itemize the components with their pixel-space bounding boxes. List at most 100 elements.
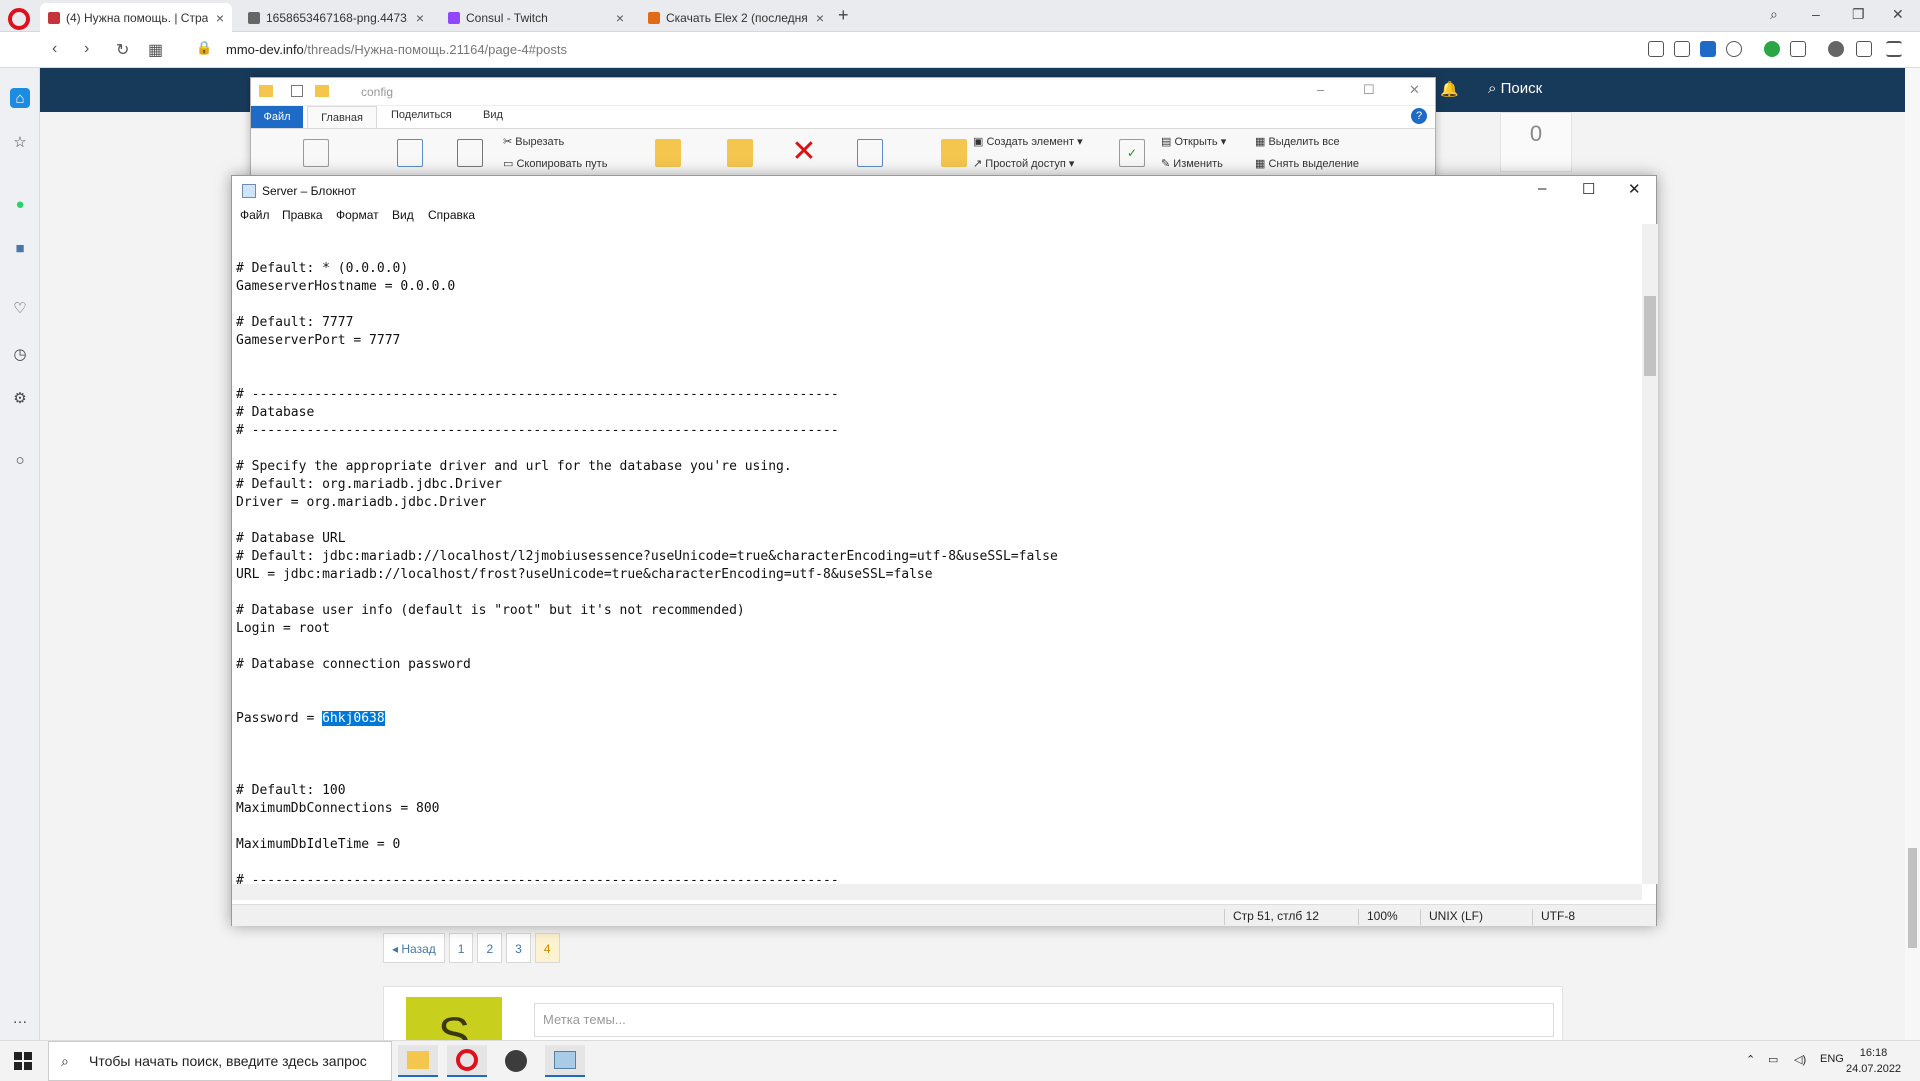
close-tab-icon[interactable]: × — [616, 10, 624, 26]
back-icon[interactable]: ‹ — [52, 40, 57, 58]
properties-icon[interactable] — [291, 85, 303, 97]
pager-prev-button[interactable]: ◂ Назад — [383, 933, 445, 963]
notepad-close-icon[interactable]: ✕ — [1628, 180, 1641, 198]
easy-access-button[interactable]: ↗ Простой доступ ▾ — [973, 157, 1074, 170]
browser-tab-1[interactable]: (4) Нужна помощь. | Стра... × — [40, 3, 232, 32]
extension-icon[interactable] — [1764, 41, 1780, 57]
select-all-button[interactable]: ▦ Выделить все — [1255, 135, 1340, 148]
favorites-icon[interactable]: ♡ — [10, 298, 30, 318]
help-icon[interactable]: ? — [1411, 108, 1427, 124]
menu-icon[interactable] — [1886, 41, 1902, 57]
pager-page-2[interactable]: 2 — [477, 933, 503, 963]
close-tab-icon[interactable]: × — [416, 10, 424, 26]
windows-start-icon[interactable] — [14, 1052, 32, 1070]
menu-format[interactable]: Формат — [336, 208, 379, 222]
camera-icon[interactable] — [1674, 41, 1690, 57]
vk-icon[interactable]: ■ — [10, 238, 30, 258]
editor-scroll-thumb[interactable] — [1644, 296, 1656, 376]
page-scrollbar[interactable] — [1905, 68, 1920, 1040]
editor-vertical-scrollbar[interactable] — [1642, 224, 1658, 884]
explorer-maximize-icon[interactable]: ☐ — [1363, 82, 1375, 98]
pager-page-1[interactable]: 1 — [448, 933, 474, 963]
editor-horizontal-scrollbar[interactable] — [232, 884, 1642, 900]
whatsapp-icon[interactable]: ● — [10, 194, 30, 214]
explorer-minimize-icon[interactable]: – — [1317, 82, 1324, 97]
pager-page-3[interactable]: 3 — [506, 933, 531, 963]
settings-gear-icon[interactable]: ⚙ — [10, 388, 30, 408]
forward-icon[interactable]: › — [84, 40, 89, 58]
taskbar-notepad-icon[interactable] — [545, 1045, 585, 1077]
profile-icon[interactable] — [1828, 41, 1844, 57]
taskbar-clock[interactable]: 16:18 24.07.2022 — [1846, 1045, 1901, 1077]
move-to-icon[interactable] — [655, 139, 681, 167]
paste-icon[interactable] — [457, 139, 483, 167]
vpn-shield-icon[interactable] — [1700, 41, 1716, 57]
tab-home[interactable]: Главная — [307, 106, 377, 128]
vote-counter[interactable]: 0 — [1500, 112, 1572, 172]
tray-chevron-icon[interactable]: ⌃ — [1746, 1053, 1755, 1066]
search-tabs-icon[interactable]: ⌕ — [1770, 6, 1778, 23]
reload-icon[interactable]: ↻ — [116, 40, 129, 60]
tips-bulb-icon[interactable]: ○ — [10, 450, 30, 470]
properties-check-icon[interactable]: ✓ — [1119, 139, 1145, 167]
edit-button[interactable]: ✎ Изменить — [1161, 157, 1223, 170]
more-icon[interactable]: … — [10, 1008, 30, 1028]
tab-view[interactable]: Вид — [483, 109, 503, 121]
taskbar-hs-app-icon[interactable] — [496, 1045, 536, 1077]
menu-file[interactable]: Файл — [240, 208, 270, 222]
explorer-close-icon[interactable]: ✕ — [1409, 82, 1420, 98]
copy-path-button[interactable]: ▭ Скопировать путь — [503, 157, 607, 170]
copy-to-icon[interactable] — [727, 139, 753, 167]
taskbar-search-field[interactable]: ⌕ Чтобы начать поиск, введите здесь запр… — [48, 1041, 392, 1081]
history-icon[interactable]: ◷ — [10, 344, 30, 364]
url-field[interactable]: mmo-dev.info/threads/Нужна-помощь.21164/… — [226, 42, 567, 57]
open-button[interactable]: ▤ Открыть ▾ — [1161, 135, 1226, 148]
close-tab-icon[interactable]: × — [816, 10, 824, 26]
menu-edit[interactable]: Правка — [282, 208, 323, 222]
cut-button[interactable]: ✂ Вырезать — [503, 135, 564, 148]
bookmark-icon[interactable]: ☆ — [10, 132, 30, 152]
home-icon[interactable]: ⌂ — [10, 88, 30, 108]
tag-input[interactable]: Метка темы... — [534, 1003, 1554, 1037]
browser-tab-3[interactable]: Consul - Twitch × — [440, 3, 632, 32]
taskbar-opera-icon[interactable] — [447, 1045, 487, 1077]
network-icon[interactable]: ▭ — [1768, 1053, 1778, 1066]
pin-icon[interactable] — [303, 139, 329, 167]
restore-icon[interactable]: ❐ — [1852, 6, 1865, 23]
new-folder-icon[interactable] — [315, 85, 329, 97]
selected-password-text[interactable]: 6hkj0638 — [322, 711, 385, 726]
minimize-icon[interactable]: – — [1812, 6, 1820, 22]
notepad-maximize-icon[interactable]: ☐ — [1582, 180, 1595, 198]
bell-icon[interactable]: 🔔 — [1440, 80, 1459, 98]
copy-icon[interactable] — [397, 139, 423, 167]
menu-view[interactable]: Вид — [392, 208, 414, 222]
close-tab-icon[interactable]: × — [216, 10, 224, 26]
page-scroll-thumb[interactable] — [1908, 848, 1917, 948]
delete-icon[interactable]: ✕ — [791, 137, 817, 167]
new-tab-icon[interactable]: + — [838, 5, 849, 26]
notepad-minimize-icon[interactable]: – — [1538, 180, 1546, 197]
forum-search-button[interactable]: ⌕ Поиск — [1488, 80, 1542, 97]
tabs-grid-icon[interactable]: ▦ — [148, 40, 163, 60]
tab-file[interactable]: Файл — [251, 106, 303, 128]
pager-page-4[interactable]: 4 — [534, 933, 560, 963]
menu-help[interactable]: Справка — [428, 208, 475, 222]
heart-icon[interactable] — [1726, 41, 1742, 57]
close-window-icon[interactable]: ✕ — [1892, 6, 1904, 23]
select-none-button[interactable]: ▦ Снять выделение — [1255, 157, 1359, 170]
browser-tab-4[interactable]: Скачать Elex 2 (последняя... × — [640, 3, 832, 32]
text-editor[interactable]: # Default: * (0.0.0.0) GameserverHostname… — [232, 224, 1642, 884]
taskbar-explorer-icon[interactable] — [398, 1045, 438, 1077]
browser-tab-2[interactable]: 1658653467168-png.4473... × — [240, 3, 432, 32]
language-indicator[interactable]: ENG — [1820, 1053, 1844, 1065]
new-folder-big-icon[interactable] — [941, 139, 967, 167]
rename-icon[interactable] — [857, 139, 883, 167]
cube-icon[interactable] — [1790, 41, 1806, 57]
tab-share[interactable]: Поделиться — [391, 109, 452, 121]
new-item-button[interactable]: ▣ Создать элемент ▾ — [973, 135, 1083, 148]
volume-icon[interactable]: ◁) — [1794, 1053, 1806, 1066]
opera-logo-icon[interactable] — [8, 8, 30, 30]
share-icon[interactable] — [1648, 41, 1664, 57]
download-icon[interactable] — [1856, 41, 1872, 57]
